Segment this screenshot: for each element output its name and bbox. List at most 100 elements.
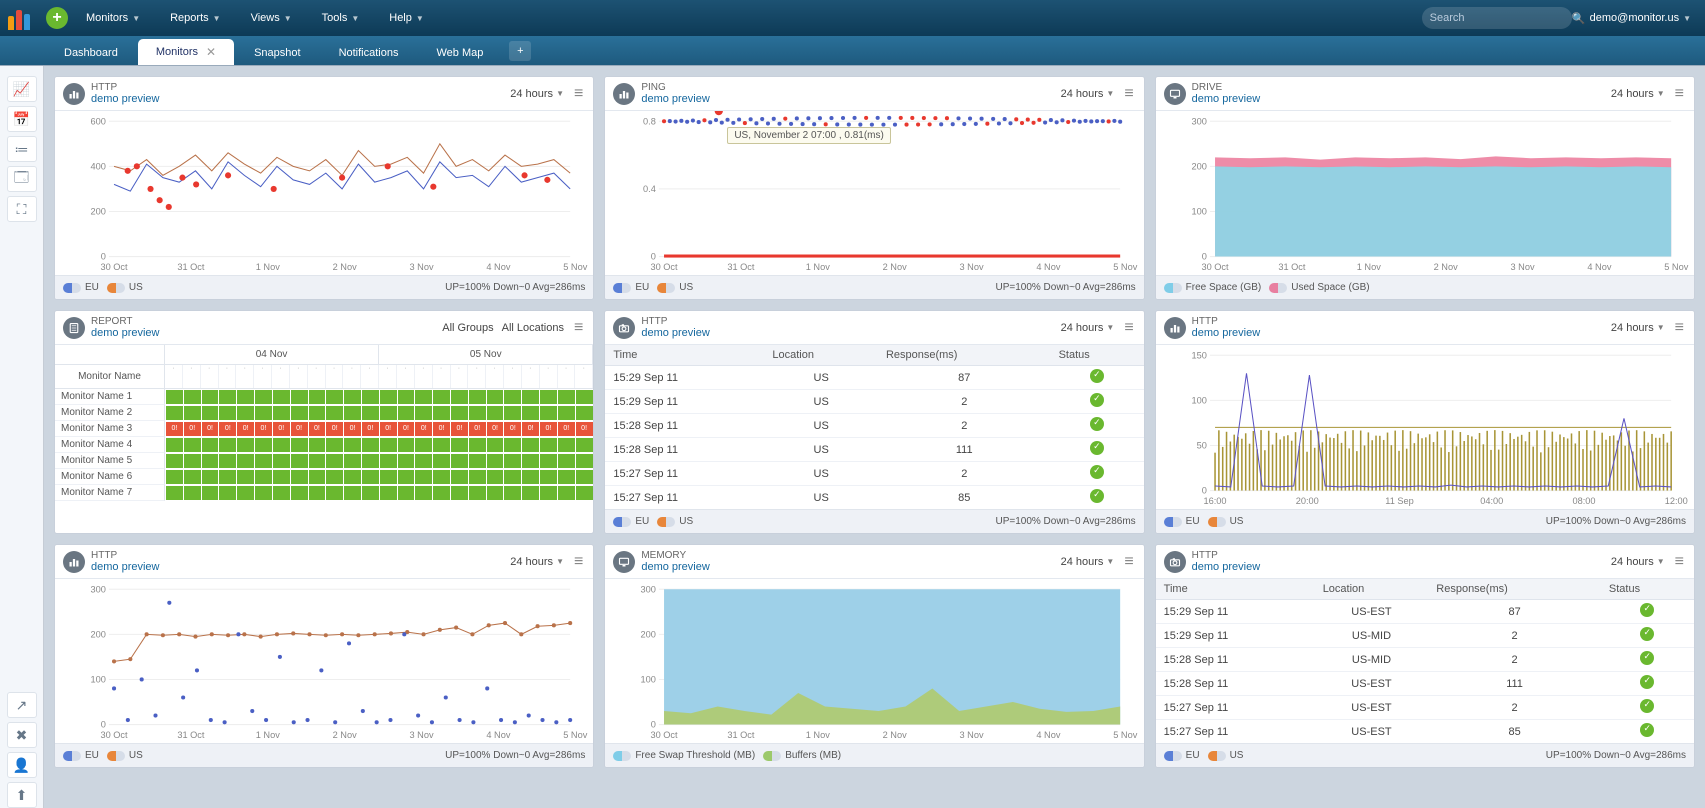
status-cell[interactable] — [380, 390, 397, 404]
tab-notifications[interactable]: Notifications — [321, 41, 417, 65]
status-cell[interactable] — [451, 390, 468, 404]
status-cell[interactable] — [255, 438, 272, 452]
status-cell[interactable] — [219, 470, 236, 484]
status-cell[interactable] — [344, 406, 361, 420]
add-tab-button[interactable]: + — [509, 41, 531, 61]
status-cell[interactable] — [451, 454, 468, 468]
table-row[interactable]: 15:28 Sep 11US-EST111 — [1156, 672, 1694, 696]
legend-eu[interactable]: EU — [1164, 516, 1200, 527]
filter-locations[interactable]: All Locations — [502, 322, 564, 334]
status-cell[interactable] — [166, 390, 183, 404]
status-cell[interactable] — [184, 390, 201, 404]
sidebar-calendar-icon[interactable]: 📅 — [7, 106, 37, 132]
status-cell[interactable] — [309, 486, 326, 500]
status-cell[interactable] — [166, 438, 183, 452]
status-cell[interactable] — [380, 454, 397, 468]
timerange-select[interactable]: 24 hours▼ — [1611, 322, 1665, 334]
table-row[interactable]: 15:29 Sep 11US-EST87 — [1156, 600, 1694, 624]
table-header[interactable]: Response(ms) — [1428, 579, 1601, 600]
status-cell[interactable] — [433, 390, 450, 404]
sidebar-share-icon[interactable]: ↗ — [7, 692, 37, 718]
panel-menu-icon[interactable]: ≡ — [1122, 319, 1135, 337]
timerange-select[interactable]: 24 hours▼ — [510, 556, 564, 568]
status-cell[interactable]: 0! — [415, 422, 432, 436]
status-cell[interactable] — [487, 406, 504, 420]
status-cell[interactable] — [219, 486, 236, 500]
timerange-select[interactable]: 24 hours▼ — [1611, 88, 1665, 100]
tab-snapshot[interactable]: Snapshot — [236, 41, 318, 65]
status-cell[interactable] — [309, 438, 326, 452]
status-cell[interactable] — [273, 470, 290, 484]
status-cell[interactable] — [558, 438, 575, 452]
table-row[interactable]: 15:28 Sep 11US-MID2 — [1156, 648, 1694, 672]
legend-free[interactable]: Free Space (GB) — [1164, 282, 1262, 293]
panel-menu-icon[interactable]: ≡ — [1673, 85, 1686, 103]
panel-menu-icon[interactable]: ≡ — [1673, 319, 1686, 337]
status-cell[interactable] — [326, 390, 343, 404]
status-cell[interactable] — [291, 390, 308, 404]
status-cell[interactable] — [309, 470, 326, 484]
legend-us[interactable]: US — [107, 282, 143, 293]
status-cell[interactable] — [558, 486, 575, 500]
status-cell[interactable] — [415, 390, 432, 404]
close-icon[interactable]: ✕ — [206, 45, 216, 59]
legend-used[interactable]: Used Space (GB) — [1269, 282, 1369, 293]
status-cell[interactable] — [558, 390, 575, 404]
status-cell[interactable] — [166, 486, 183, 500]
status-cell[interactable] — [504, 406, 521, 420]
status-cell[interactable] — [415, 486, 432, 500]
status-cell[interactable]: 0! — [326, 422, 343, 436]
menu-tools[interactable]: Tools▼ — [308, 6, 374, 30]
panel-menu-icon[interactable]: ≡ — [1673, 553, 1686, 571]
status-cell[interactable] — [237, 438, 254, 452]
menu-reports[interactable]: Reports▼ — [156, 6, 234, 30]
status-cell[interactable]: 0! — [255, 422, 272, 436]
search-box[interactable]: 🔍 — [1422, 7, 1572, 29]
status-cell[interactable] — [504, 438, 521, 452]
filter-groups[interactable]: All Groups — [442, 322, 493, 334]
status-cell[interactable] — [469, 470, 486, 484]
status-cell[interactable] — [433, 486, 450, 500]
status-cell[interactable] — [540, 454, 557, 468]
status-cell[interactable] — [522, 390, 539, 404]
legend-buffers[interactable]: Buffers (MB) — [763, 750, 841, 761]
status-cell[interactable] — [469, 438, 486, 452]
table-row[interactable]: 15:28 Sep 11US111 — [605, 438, 1143, 462]
status-cell[interactable] — [380, 470, 397, 484]
status-cell[interactable] — [469, 390, 486, 404]
status-cell[interactable] — [522, 454, 539, 468]
status-cell[interactable] — [237, 470, 254, 484]
status-cell[interactable] — [309, 454, 326, 468]
menu-monitors[interactable]: Monitors▼ — [72, 6, 154, 30]
legend-eu[interactable]: EU — [613, 516, 649, 527]
panel-menu-icon[interactable]: ≡ — [1122, 553, 1135, 571]
status-cell[interactable]: 0! — [433, 422, 450, 436]
status-cell[interactable] — [398, 438, 415, 452]
status-cell[interactable] — [309, 390, 326, 404]
status-cell[interactable] — [398, 470, 415, 484]
status-cell[interactable] — [291, 486, 308, 500]
status-cell[interactable] — [522, 470, 539, 484]
status-cell[interactable] — [237, 390, 254, 404]
table-row[interactable]: 15:27 Sep 11US-EST2 — [1156, 696, 1694, 720]
status-cell[interactable] — [522, 486, 539, 500]
user-menu[interactable]: demo@monitor.us▼ — [1584, 12, 1697, 24]
status-cell[interactable] — [184, 438, 201, 452]
status-cell[interactable] — [291, 438, 308, 452]
status-cell[interactable] — [166, 406, 183, 420]
status-cell[interactable] — [362, 454, 379, 468]
status-cell[interactable] — [219, 406, 236, 420]
status-cell[interactable] — [344, 470, 361, 484]
status-cell[interactable]: 0! — [451, 422, 468, 436]
status-cell[interactable] — [433, 406, 450, 420]
status-cell[interactable] — [487, 486, 504, 500]
status-cell[interactable] — [255, 390, 272, 404]
status-cell[interactable] — [273, 390, 290, 404]
status-cell[interactable] — [558, 406, 575, 420]
status-cell[interactable]: 0! — [522, 422, 539, 436]
status-cell[interactable] — [219, 438, 236, 452]
status-cell[interactable] — [504, 470, 521, 484]
status-cell[interactable]: 0! — [237, 422, 254, 436]
status-cell[interactable] — [344, 486, 361, 500]
status-cell[interactable] — [576, 454, 593, 468]
